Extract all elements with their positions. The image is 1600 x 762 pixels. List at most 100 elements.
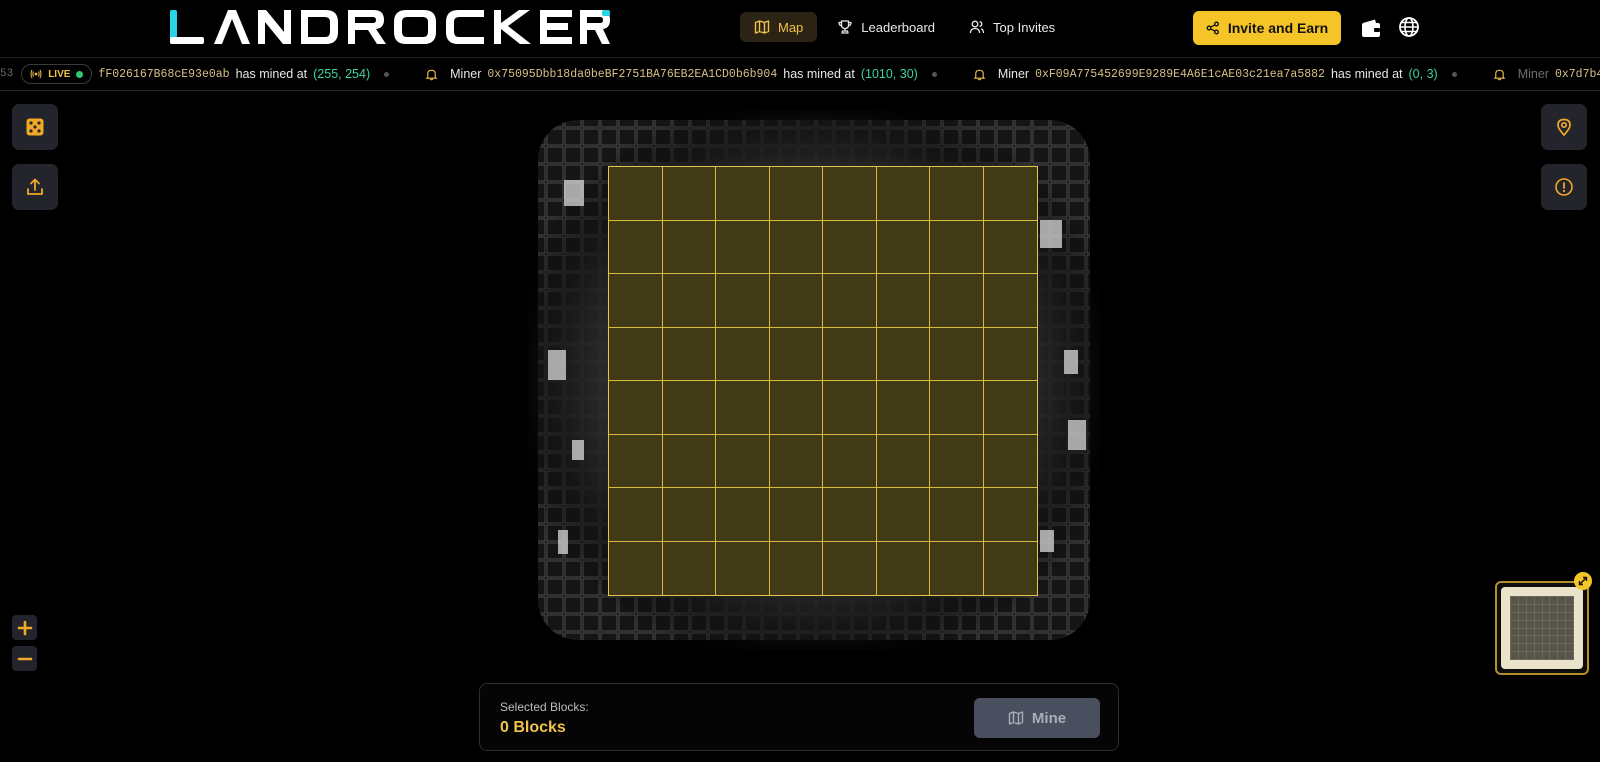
- land-block-cell[interactable]: [983, 221, 1037, 274]
- land-block-cell[interactable]: [663, 541, 716, 595]
- land-block-cell[interactable]: [876, 167, 930, 221]
- land-block-cell[interactable]: [769, 274, 823, 328]
- land-block-cell[interactable]: [716, 327, 770, 381]
- mined-coords[interactable]: (255, 254): [313, 67, 370, 81]
- land-block-cell[interactable]: [716, 434, 770, 488]
- locate-button[interactable]: [1541, 104, 1587, 150]
- land-block-cell[interactable]: [823, 381, 877, 435]
- land-block-cell[interactable]: [876, 488, 930, 542]
- zoom-out-button[interactable]: [12, 646, 37, 671]
- land-block-cell[interactable]: [984, 542, 1038, 596]
- minimap-cell: [1518, 604, 1526, 612]
- land-block-cell[interactable]: [609, 488, 663, 542]
- bell-icon: [425, 69, 438, 80]
- minimap-cell: [1558, 604, 1566, 612]
- land-block-cell[interactable]: [769, 434, 823, 488]
- land-block-cell[interactable]: [983, 435, 1037, 488]
- land-block-cell[interactable]: [930, 541, 984, 595]
- land-block-cell[interactable]: [983, 381, 1037, 435]
- globe-icon[interactable]: [1398, 16, 1420, 38]
- land-block-cell[interactable]: [770, 541, 823, 595]
- land-block-cell[interactable]: [930, 220, 984, 274]
- minimap-cell: [1550, 628, 1558, 636]
- land-block-cell[interactable]: [823, 327, 877, 381]
- land-block-cell[interactable]: [823, 274, 877, 328]
- land-block-cell[interactable]: [769, 488, 823, 542]
- land-block-cell[interactable]: [716, 274, 770, 328]
- minimap-cell: [1534, 644, 1542, 652]
- zoom-in-button[interactable]: [12, 615, 37, 640]
- land-block-cell[interactable]: [930, 274, 984, 328]
- land-block-cell[interactable]: [662, 274, 716, 328]
- land-block-cell[interactable]: [769, 327, 823, 381]
- land-block-cell[interactable]: [930, 381, 984, 435]
- land-block-cell[interactable]: [876, 434, 930, 488]
- live-badge: LIVE: [21, 64, 93, 84]
- land-block-cell[interactable]: [823, 167, 877, 221]
- land-block-cell[interactable]: [609, 434, 663, 488]
- land-block-cell[interactable]: [716, 167, 770, 221]
- land-block-cell[interactable]: [662, 434, 716, 488]
- land-block-cell[interactable]: [609, 541, 663, 595]
- trophy-icon: [838, 20, 852, 34]
- land-block-cell[interactable]: [716, 220, 770, 274]
- live-indicator-dot: [76, 70, 84, 78]
- land-block-cell[interactable]: [983, 488, 1037, 542]
- land-block-cell[interactable]: [662, 167, 716, 221]
- land-block-cell[interactable]: [876, 327, 930, 381]
- minimap-cell: [1550, 604, 1558, 612]
- nav-map[interactable]: Map: [740, 12, 818, 42]
- nav-top-invites[interactable]: Top Invites: [955, 12, 1069, 42]
- land-block-cell[interactable]: [609, 167, 663, 221]
- landrocker-logo[interactable]: [170, 8, 610, 48]
- minimap-expand-button[interactable]: [1574, 572, 1592, 590]
- land-block-cell[interactable]: [983, 274, 1037, 328]
- land-block-cell[interactable]: [609, 220, 663, 274]
- land-block-cell[interactable]: [930, 327, 984, 381]
- land-block-cell[interactable]: [930, 434, 984, 488]
- minimap-cell: [1550, 652, 1558, 659]
- mine-button[interactable]: Mine: [974, 698, 1100, 738]
- land-block-grid[interactable]: [608, 166, 1038, 596]
- land-block-cell[interactable]: [823, 488, 877, 542]
- land-block-cell[interactable]: [662, 488, 716, 542]
- miner-label: Miner: [1517, 67, 1549, 81]
- nav-leaderboard[interactable]: Leaderboard: [823, 12, 949, 42]
- land-block-cell[interactable]: [716, 488, 770, 542]
- land-block-cell[interactable]: [716, 381, 770, 435]
- land-block-cell[interactable]: [769, 167, 823, 221]
- minimap[interactable]: [1495, 581, 1589, 675]
- land-block-cell[interactable]: [662, 381, 716, 435]
- land-block-cell[interactable]: [876, 220, 930, 274]
- land-block-cell[interactable]: [662, 327, 716, 381]
- land-block-cell[interactable]: [716, 541, 770, 595]
- land-block-cell[interactable]: [877, 541, 930, 595]
- land-block-cell[interactable]: [609, 274, 663, 328]
- land-block-cell[interactable]: [662, 220, 716, 274]
- land-block-cell[interactable]: [609, 327, 663, 381]
- feed-item: Miner 0x75095Dbb18da0beBF2751BA76EB2EA1C…: [415, 67, 937, 81]
- random-block-button[interactable]: [12, 104, 58, 150]
- mined-coords[interactable]: (1010, 30): [861, 67, 918, 81]
- info-button[interactable]: [1541, 164, 1587, 210]
- minimap-cell: [1526, 612, 1534, 620]
- land-block-cell[interactable]: [769, 220, 823, 274]
- land-block-cell[interactable]: [930, 488, 984, 542]
- land-block-cell[interactable]: [823, 541, 877, 595]
- land-block-cell[interactable]: [823, 434, 877, 488]
- minimap-cell: [1511, 597, 1518, 604]
- invite-and-earn-button[interactable]: Invite and Earn: [1193, 11, 1341, 45]
- land-block-cell[interactable]: [609, 381, 663, 435]
- land-block-cell[interactable]: [983, 328, 1037, 381]
- mined-coords[interactable]: (0, 3): [1409, 67, 1438, 81]
- land-block-cell[interactable]: [983, 167, 1037, 221]
- land-block-cell[interactable]: [876, 381, 930, 435]
- minimap-cell: [1534, 636, 1542, 644]
- land-block-cell[interactable]: [823, 220, 877, 274]
- wallet-icon[interactable]: [1360, 17, 1382, 39]
- land-block-cell[interactable]: [769, 381, 823, 435]
- land-block-cell[interactable]: [876, 274, 930, 328]
- land-block-cell[interactable]: [930, 167, 984, 221]
- minimap-cell: [1558, 628, 1566, 636]
- share-upload-button[interactable]: [12, 164, 58, 210]
